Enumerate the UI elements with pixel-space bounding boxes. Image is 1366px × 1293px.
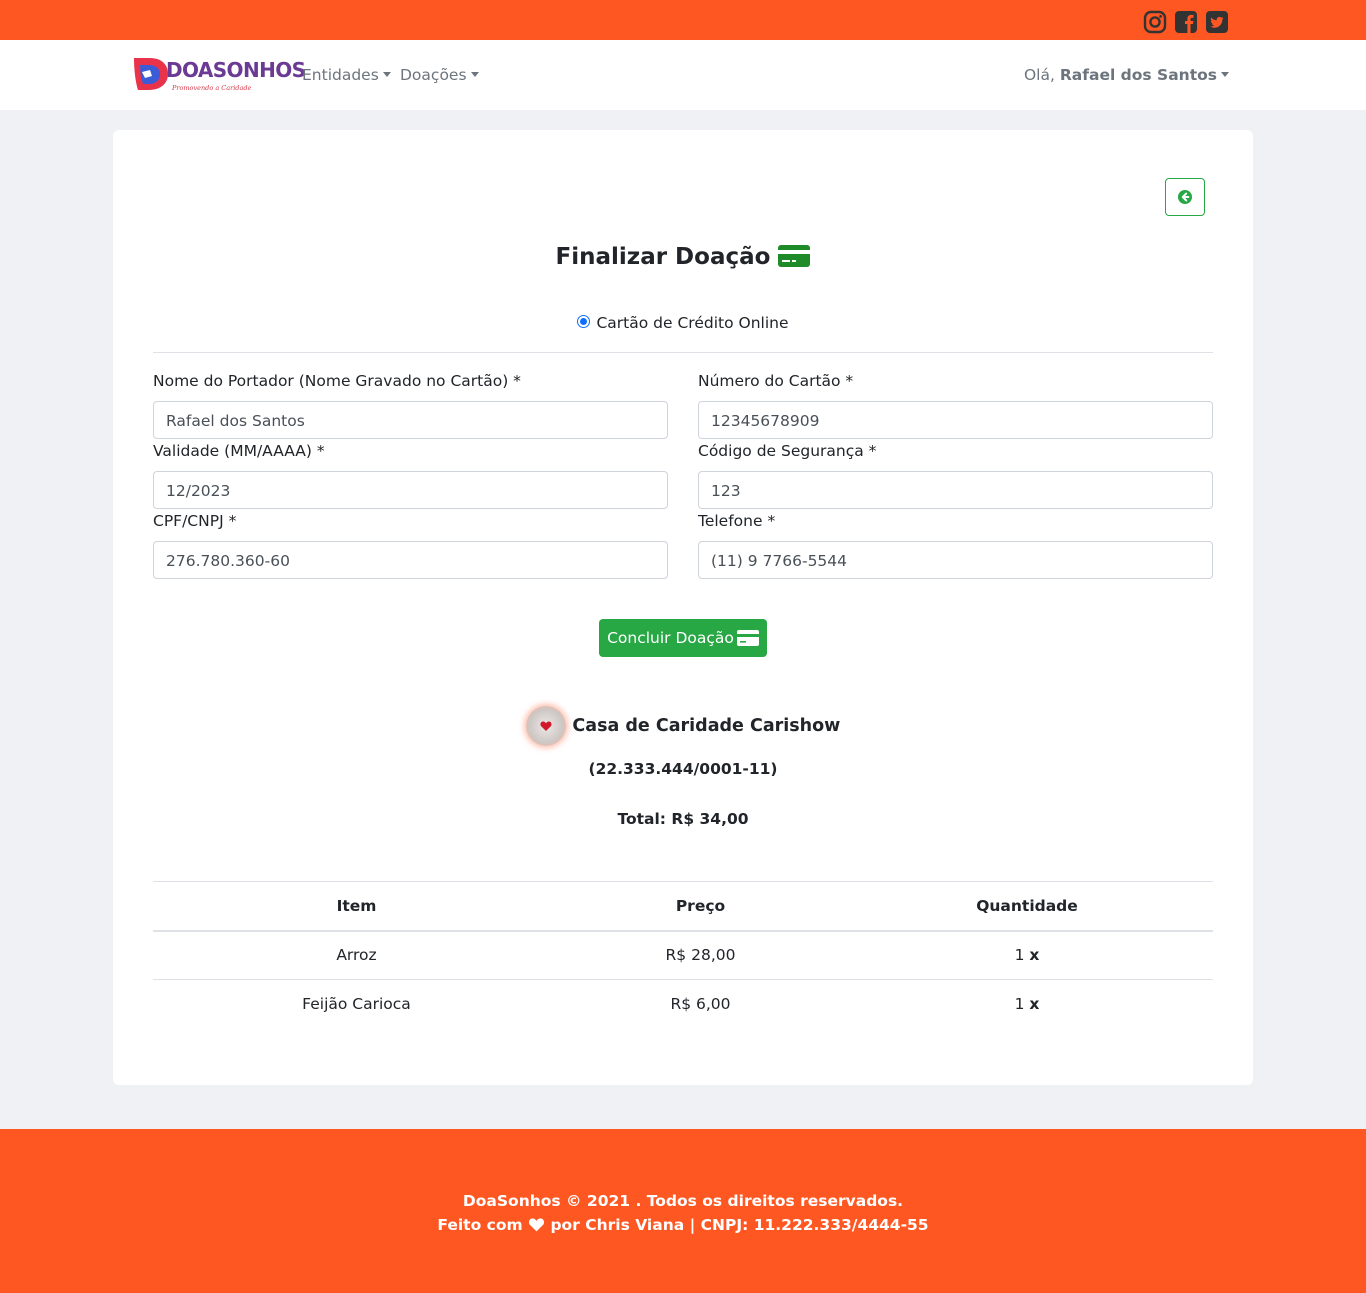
card-number-input[interactable]: 12345678909	[698, 401, 1213, 439]
table-row: Arroz R$ 28,00 1 x	[153, 930, 1213, 980]
user-menu[interactable]: Olá, Rafael dos Santos	[1024, 66, 1229, 84]
footer-credits: Feito com por Chris Viana | CNPJ: 11.222…	[0, 1216, 1366, 1234]
item-name: Arroz	[153, 930, 560, 980]
quantity-value: 1	[1014, 995, 1025, 1014]
credit-card-icon	[736, 630, 759, 646]
conclude-donation-button[interactable]: Concluir Doação	[599, 619, 767, 657]
payment-radio[interactable]	[577, 315, 591, 328]
social-links	[1143, 10, 1229, 34]
cvv-label: Código de Segurança *	[698, 442, 877, 460]
user-name: Rafael dos Santos	[1059, 66, 1217, 84]
phone-input[interactable]: (11) 9 7766-5544	[698, 541, 1213, 579]
item-quantity: 1 x	[841, 930, 1213, 980]
table-header-row: Item Preço Quantidade	[153, 881, 1213, 932]
cvv-input[interactable]: 123	[698, 471, 1213, 509]
greeting: Olá,	[1023, 66, 1055, 84]
arrow-left-circle-icon	[1178, 190, 1192, 204]
logo-mark-icon	[134, 58, 168, 90]
entity-header: Casa de Caridade Carishow	[113, 706, 1253, 746]
payment-method-option[interactable]: Cartão de Crédito Online	[113, 314, 1253, 332]
item-price: R$ 28,00	[560, 930, 841, 980]
footer-made-with: Feito com	[437, 1216, 523, 1234]
heart-icon	[528, 1218, 545, 1232]
quantity-suffix: x	[1029, 995, 1040, 1014]
twitter-icon[interactable]	[1205, 10, 1229, 34]
heart-icon	[540, 721, 552, 731]
footer-copyright: DoaSonhos © 2021 . Todos os direitos res…	[462, 1192, 904, 1210]
expiry-label: Validade (MM/AAAA) *	[153, 442, 325, 460]
item-price: R$ 6,00	[670, 995, 731, 1014]
nav-label: Entidades	[302, 66, 379, 84]
table-row: Feijão Carioca R$ 6,00 1 x	[153, 980, 1213, 1029]
items-table: Item Preço Quantidade Arroz R$ 28,00 1 x…	[153, 881, 1213, 1029]
entity-cnpj: (22.333.444/0001-11)	[588, 760, 778, 778]
phone-label: Telefone *	[698, 512, 776, 530]
caret-down-icon	[382, 72, 391, 77]
footer: DoaSonhos © 2021 . Todos os direitos res…	[0, 1129, 1366, 1293]
quantity-suffix: x	[1029, 946, 1040, 965]
top-bar	[0, 0, 1366, 40]
logo-tagline: Promovendo a Caridade	[172, 84, 252, 92]
cpf-cnpj-label: CPF/CNPJ *	[153, 512, 237, 530]
logo-text: DOASONHOS	[166, 58, 306, 82]
holder-label: Nome do Portador (Nome Gravado no Cartão…	[153, 372, 521, 390]
item-quantity: 1 x	[841, 980, 1213, 1029]
page-title: Finalizar Doação	[113, 244, 1253, 270]
holder-name-input[interactable]: Rafael dos Santos	[153, 401, 668, 439]
entity-name: Casa de Caridade Carishow	[572, 716, 841, 736]
payment-radio-label: Cartão de Crédito Online	[596, 314, 789, 332]
item-name: Feijão Carioca	[302, 995, 411, 1014]
facebook-icon[interactable]	[1174, 10, 1198, 34]
divider	[153, 352, 1213, 353]
instagram-icon[interactable]	[1143, 10, 1167, 34]
caret-down-icon	[470, 72, 479, 77]
checkout-card: Finalizar Doação Cartão de Crédito Onlin…	[113, 130, 1253, 1085]
navbar: DOASONHOS Promovendo a Caridade Entidade…	[0, 40, 1366, 110]
card-number-label: Número do Cartão *	[698, 372, 854, 390]
quantity-value: 1	[1014, 946, 1025, 965]
brand-logo[interactable]: DOASONHOS Promovendo a Caridade	[130, 52, 306, 98]
cpf-cnpj-input[interactable]: 276.780.360-60	[153, 541, 668, 579]
back-button[interactable]	[1165, 178, 1205, 216]
nav-dropdown-entidades[interactable]: Entidades	[302, 66, 391, 84]
credit-card-icon	[778, 245, 811, 267]
expiry-input[interactable]: 12/2023	[153, 471, 668, 509]
column-header-quantity: Quantidade	[841, 881, 1213, 932]
page-title-text: Finalizar Doação	[555, 244, 771, 270]
donation-total: Total: R$ 34,00	[617, 810, 749, 828]
submit-label: Concluir Doação	[607, 629, 734, 647]
caret-down-icon	[1221, 72, 1229, 77]
footer-author: por Chris Viana | CNPJ: 11.222.333/4444-…	[550, 1216, 929, 1234]
column-header-price: Preço	[560, 881, 841, 932]
nav-label: Doações	[400, 66, 467, 84]
entity-avatar	[525, 706, 566, 746]
nav-dropdown-doacoes[interactable]: Doações	[400, 66, 479, 84]
column-header-item: Item	[153, 881, 560, 932]
